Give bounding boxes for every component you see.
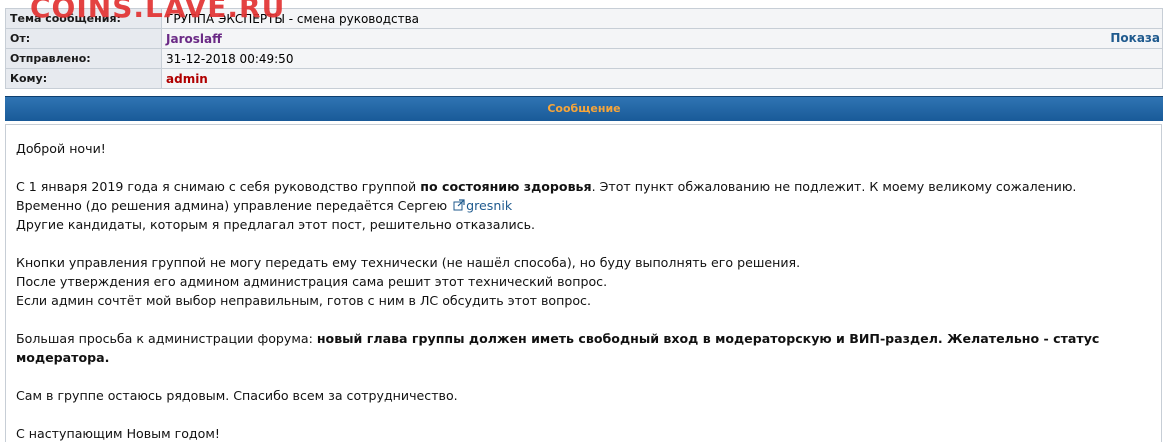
message-heading: Сообщение [5, 96, 1163, 121]
paragraph-1: С 1 января 2019 года я снимаю с себя рук… [16, 177, 1161, 196]
paragraph-2: Временно (до решения админа) управление … [16, 196, 1161, 215]
paragraph-9: С наступающим Новым годом! [16, 426, 220, 441]
external-link-icon [453, 199, 465, 211]
to-cell: admin [161, 68, 1163, 89]
message-body: Доброй ночи! С 1 января 2019 года я сним… [5, 124, 1162, 442]
from-row: От: Jaroslaff Показа [5, 28, 1163, 49]
subject-value: ГРУППА ЭКСПЕРТЫ - смена руководства [161, 8, 1163, 29]
sent-row: Отправлено: 31-12-2018 00:49:50 [5, 48, 1163, 69]
show-link[interactable]: Показа [1110, 31, 1160, 45]
from-user-link[interactable]: Jaroslaff [166, 32, 222, 46]
from-label: От: [5, 28, 162, 49]
paragraph-8: Сам в группе остаюсь рядовым. Спасибо вс… [16, 388, 458, 403]
paragraph-3: Другие кандидаты, которым я предлагал эт… [16, 217, 536, 232]
paragraph-4: Кнопки управления группой не могу переда… [16, 255, 801, 270]
p2-text: Временно (до решения админа) управление … [16, 198, 452, 213]
p1-text-b: . Этот пункт обжалованию не подлежит. К … [591, 179, 1077, 194]
gresnik-user-link[interactable]: gresnik [466, 198, 512, 213]
sent-value: 31-12-2018 00:49:50 [161, 48, 1163, 69]
to-label: Кому: [5, 68, 162, 89]
paragraph-5: После утверждения его админом администра… [16, 274, 608, 289]
sent-label: Отправлено: [5, 48, 162, 69]
site-watermark: COINS.LAVE.RU [30, 0, 286, 24]
p1-bold: по состоянию здоровья [420, 179, 592, 194]
paragraph-7: Большая просьба к администрации форума: … [16, 329, 1161, 367]
to-user-link[interactable]: admin [166, 72, 208, 86]
to-row: Кому: admin [5, 68, 1163, 89]
p1-text-a: С 1 января 2019 года я снимаю с себя рук… [16, 179, 421, 194]
p7-text: Большая просьба к администрации форума: [16, 331, 317, 346]
from-cell: Jaroslaff Показа [161, 28, 1163, 49]
greeting-line: Доброй ночи! [16, 141, 106, 156]
paragraph-6: Если админ сочтёт мой выбор неправильным… [16, 293, 591, 308]
